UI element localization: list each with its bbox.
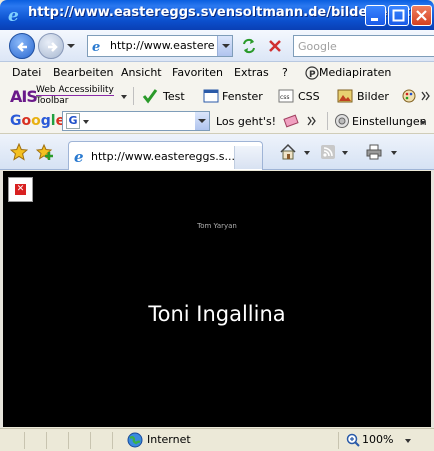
menu-extras[interactable]: Extras bbox=[234, 66, 269, 79]
status-divider bbox=[112, 432, 113, 449]
image-icon bbox=[337, 89, 353, 103]
globe-icon bbox=[127, 432, 143, 448]
page-icon: e bbox=[74, 148, 84, 164]
status-divider bbox=[90, 432, 91, 449]
settings-icon bbox=[335, 114, 349, 128]
tab-active[interactable]: e http://www.eastereggs.s... bbox=[68, 141, 263, 170]
arrow-right-icon bbox=[48, 42, 58, 52]
svg-text:e: e bbox=[74, 148, 84, 164]
google-logo: Google bbox=[10, 113, 66, 129]
big-name-text: Toni Ingallina bbox=[148, 302, 286, 326]
menu-help[interactable]: ? bbox=[282, 66, 288, 79]
close-icon bbox=[416, 10, 427, 21]
search-input[interactable]: Google bbox=[293, 35, 434, 57]
tab-bar: e http://www.eastereggs.s... bbox=[0, 134, 434, 170]
google-search-dropdown[interactable] bbox=[195, 112, 209, 130]
status-divider bbox=[68, 432, 69, 449]
home-dropdown[interactable] bbox=[304, 151, 310, 155]
menu-bearbeiten[interactable]: Bearbeiten bbox=[53, 66, 113, 79]
google-toolbar: Google G Los geht's! Einstellungen bbox=[0, 108, 434, 134]
favorites-star-icon[interactable] bbox=[10, 143, 28, 161]
svg-text:css: css bbox=[280, 94, 290, 101]
settings-button[interactable]: Einstellungen bbox=[352, 115, 427, 128]
ie-icon: e bbox=[8, 6, 19, 24]
broken-image-icon: ✕ bbox=[15, 184, 26, 195]
palette-icon[interactable] bbox=[401, 88, 417, 104]
address-row: e http://www.easteregg Google bbox=[0, 30, 434, 62]
menu-ansicht[interactable]: Ansicht bbox=[121, 66, 162, 79]
status-divider bbox=[338, 432, 339, 449]
print-icon[interactable] bbox=[365, 143, 383, 161]
settings-dropdown[interactable] bbox=[420, 121, 426, 125]
home-icon[interactable] bbox=[279, 143, 297, 161]
stop-icon[interactable] bbox=[264, 35, 286, 57]
ais-title: Web Accessibility Toolbar bbox=[36, 85, 114, 106]
address-dropdown[interactable] bbox=[217, 36, 232, 56]
add-favorite-icon[interactable] bbox=[36, 143, 54, 161]
history-dropdown[interactable] bbox=[67, 44, 75, 48]
print-dropdown[interactable] bbox=[391, 151, 397, 155]
tab-label: http://www.eastereggs.s... bbox=[91, 150, 235, 163]
mediapiraten-icon: P bbox=[305, 66, 319, 80]
arrow-left-icon bbox=[17, 42, 27, 52]
test-button[interactable]: Test bbox=[163, 90, 185, 103]
menu-favoriten[interactable]: Favoriten bbox=[172, 66, 223, 79]
page-icon: e bbox=[92, 40, 100, 53]
svg-text:e: e bbox=[8, 6, 19, 24]
title-bar: e http://www.eastereggs.svensoltmann.de/… bbox=[0, 0, 434, 30]
new-tab-button[interactable] bbox=[234, 146, 262, 169]
ais-title-line1: Web Accessibility bbox=[36, 85, 114, 96]
svg-text:P: P bbox=[309, 70, 316, 80]
menu-bar: Datei Bearbeiten Ansicht Favoriten Extra… bbox=[0, 62, 434, 84]
close-button[interactable] bbox=[411, 5, 432, 26]
fenster-button[interactable]: Fenster bbox=[222, 90, 263, 103]
maximize-button[interactable] bbox=[388, 5, 409, 26]
menu-datei[interactable]: Datei bbox=[12, 66, 41, 79]
chevron-more-icon[interactable] bbox=[420, 88, 432, 104]
forward-button[interactable] bbox=[38, 33, 64, 59]
css-button[interactable]: CSS bbox=[298, 90, 320, 103]
google-search-input[interactable]: G bbox=[62, 111, 210, 131]
zoom-level[interactable]: 100% bbox=[362, 433, 393, 446]
minimize-button[interactable] bbox=[365, 5, 386, 26]
ais-toolbar: AIS Web Accessibility Toolbar Test Fenst… bbox=[0, 84, 434, 108]
search-placeholder: Google bbox=[298, 40, 337, 53]
checkmark-icon bbox=[142, 89, 158, 104]
small-name-text: Tom Yaryan bbox=[197, 222, 237, 230]
ais-dropdown[interactable] bbox=[121, 95, 127, 99]
zoom-icon bbox=[346, 433, 360, 447]
minimize-icon bbox=[371, 18, 378, 21]
window-icon bbox=[203, 89, 219, 103]
zoom-dropdown[interactable] bbox=[405, 439, 411, 443]
css-icon: css bbox=[278, 89, 294, 103]
chevron-more-icon[interactable] bbox=[306, 113, 318, 129]
menu-mediapiraten[interactable]: Mediapiraten bbox=[319, 66, 391, 79]
google-g-icon: G bbox=[66, 113, 80, 129]
feed-dropdown[interactable] bbox=[342, 151, 348, 155]
back-button[interactable] bbox=[9, 33, 35, 59]
ais-logo: AIS bbox=[10, 87, 38, 106]
toolbar-divider bbox=[133, 87, 134, 105]
broken-image: ✕ bbox=[8, 177, 33, 202]
toolbar-divider bbox=[327, 112, 328, 130]
google-engine-dropdown[interactable] bbox=[83, 120, 89, 124]
refresh-icon[interactable] bbox=[238, 35, 260, 57]
status-divider bbox=[46, 432, 47, 449]
security-zone: Internet bbox=[147, 433, 191, 446]
status-bar: Internet 100% bbox=[0, 428, 434, 451]
page-content: ✕ Tom Yaryan Toni Ingallina bbox=[3, 171, 431, 427]
bookmark-icon[interactable] bbox=[283, 113, 299, 129]
ais-title-line2: Toolbar bbox=[36, 96, 69, 106]
maximize-icon bbox=[392, 9, 405, 22]
go-button[interactable]: Los geht's! bbox=[216, 115, 276, 128]
address-field[interactable]: e http://www.easteregg bbox=[87, 35, 233, 57]
bilder-button[interactable]: Bilder bbox=[357, 90, 389, 103]
rss-feed-icon[interactable] bbox=[320, 144, 336, 160]
status-divider bbox=[24, 432, 25, 449]
svg-text:e: e bbox=[92, 40, 100, 53]
address-url[interactable]: http://www.easteregg bbox=[110, 39, 214, 52]
